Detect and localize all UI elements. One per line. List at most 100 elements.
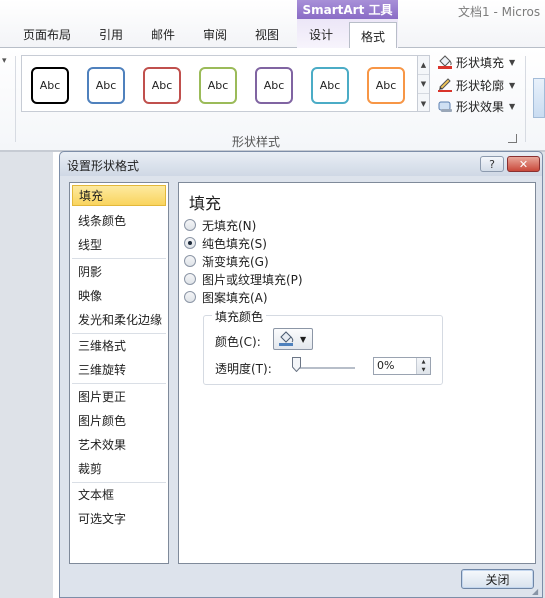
nav-item-3d-format[interactable]: 三维格式 xyxy=(72,335,166,356)
nav-divider xyxy=(72,482,166,483)
tab-format[interactable]: 格式 xyxy=(349,22,397,49)
shape-style-label: Abc xyxy=(375,79,397,92)
shape-style-label: Abc xyxy=(207,79,229,92)
help-icon: ? xyxy=(489,157,495,171)
dialog-title: 设置形状格式 xyxy=(67,159,140,173)
smartart-tools-label: SmartArt 工具 xyxy=(297,0,398,19)
radio-no-fill[interactable]: 无填充(N) xyxy=(184,217,256,233)
color-picker-button[interactable]: ▼ xyxy=(273,328,313,350)
chevron-down-icon: ▼ xyxy=(509,80,516,90)
radio-label: 图片或纹理填充(P) xyxy=(202,272,303,287)
transparency-slider-thumb[interactable] xyxy=(292,357,301,373)
shape-style-label: Abc xyxy=(319,79,341,92)
shape-style-label: Abc xyxy=(263,79,285,92)
shape-style-label: Abc xyxy=(39,79,61,92)
ribbon: SmartArt 工具 文档1 - Micros 页面布局 引用 邮件 审阅 视… xyxy=(0,0,545,152)
chevron-down-icon: ▼ xyxy=(300,334,307,344)
close-icon: ✕ xyxy=(518,157,529,171)
radio-gradient-fill[interactable]: 渐变填充(G) xyxy=(184,253,269,269)
shape-style-gallery: Abc Abc Abc Abc Abc Abc Abc xyxy=(21,55,418,112)
pencil-icon xyxy=(437,78,453,92)
shape-fill-label: 形状填充 xyxy=(456,55,505,70)
gallery-down-icon[interactable]: ▼ xyxy=(418,75,429,94)
panel-title: 填充 xyxy=(189,194,222,213)
paint-bucket-icon xyxy=(437,55,453,69)
tab-review[interactable]: 审阅 xyxy=(203,26,227,43)
category-list: 填充 线条颜色 线型 阴影 映像 发光和柔化边缘 三维格式 三维旋转 图片更正 … xyxy=(69,182,169,564)
shape-styles-group-label: 形状样式 xyxy=(232,135,281,149)
tab-view[interactable]: 视图 xyxy=(255,26,279,43)
nav-item-reflection[interactable]: 映像 xyxy=(72,285,166,306)
shape-effects-label: 形状效果 xyxy=(456,99,505,114)
ribbon-divider xyxy=(525,56,526,142)
help-button[interactable]: ? xyxy=(480,156,504,172)
spin-down-icon[interactable]: ▼ xyxy=(417,366,430,374)
nav-item-line-style[interactable]: 线型 xyxy=(72,234,166,255)
radio-label: 图案填充(A) xyxy=(202,290,268,305)
fill-color-group-label: 填充颜色 xyxy=(212,308,267,325)
shape-effects-icon xyxy=(437,99,453,113)
nav-item-picture-color[interactable]: 图片颜色 xyxy=(72,410,166,431)
nav-divider xyxy=(72,258,166,259)
tab-references[interactable]: 引用 xyxy=(99,26,123,43)
gallery-up-icon[interactable]: ▲ xyxy=(418,56,429,75)
shape-outline-label: 形状轮廓 xyxy=(456,78,505,93)
transparency-spinner[interactable]: 0% ▲ ▼ xyxy=(373,357,431,375)
shape-fill-button[interactable]: 形状填充 ▼ xyxy=(437,53,515,71)
shape-style-item[interactable]: Abc xyxy=(87,67,125,104)
shape-style-item[interactable]: Abc xyxy=(143,67,181,104)
radio-label: 纯色填充(S) xyxy=(202,236,267,251)
shape-style-item[interactable]: Abc xyxy=(311,67,349,104)
radio-picture-texture-fill[interactable]: 图片或纹理填充(P) xyxy=(184,271,303,287)
transparency-label: 透明度(T): xyxy=(215,362,272,376)
tab-page-layout[interactable]: 页面布局 xyxy=(23,26,71,43)
resize-grip-icon[interactable]: ◢ xyxy=(532,587,541,596)
nav-item-text-box[interactable]: 文本框 xyxy=(72,484,166,505)
nav-item-3d-rotation[interactable]: 三维旋转 xyxy=(72,359,166,380)
close-button[interactable]: ✕ xyxy=(507,156,540,172)
radio-button-checked[interactable] xyxy=(184,237,196,249)
shape-style-label: Abc xyxy=(95,79,117,92)
shape-style-label: Abc xyxy=(151,79,173,92)
shape-style-item[interactable]: Abc xyxy=(255,67,293,104)
gallery-more-icon[interactable]: ▼ xyxy=(418,94,429,113)
transparency-value[interactable]: 0% xyxy=(377,359,394,372)
radio-label: 渐变填充(G) xyxy=(202,254,269,269)
color-label: 颜色(C): xyxy=(215,335,261,349)
nav-item-line-color[interactable]: 线条颜色 xyxy=(72,210,166,231)
nav-item-glow-soft-edges[interactable]: 发光和柔化边缘 xyxy=(72,309,166,330)
nav-item-fill[interactable]: 填充 xyxy=(72,185,166,206)
shape-effects-button[interactable]: 形状效果 ▼ xyxy=(437,97,515,115)
ribbon-left-arrow-icon[interactable]: ▾ xyxy=(2,56,7,66)
radio-pattern-fill[interactable]: 图案填充(A) xyxy=(184,289,268,305)
shape-style-item[interactable]: Abc xyxy=(199,67,237,104)
radio-button[interactable] xyxy=(184,273,196,285)
ribbon-divider xyxy=(15,56,16,142)
dialog-launcher-icon[interactable] xyxy=(508,134,517,143)
paint-bucket-icon xyxy=(278,330,296,349)
close-dialog-button[interactable]: 关闭 xyxy=(461,569,534,589)
nav-item-shadow[interactable]: 阴影 xyxy=(72,261,166,282)
spin-buttons: ▲ ▼ xyxy=(416,358,430,374)
radio-button[interactable] xyxy=(184,255,196,267)
chevron-down-icon: ▼ xyxy=(509,101,516,111)
spin-up-icon[interactable]: ▲ xyxy=(417,358,430,366)
format-shape-dialog: 设置形状格式 ? ✕ 填充 线条颜色 线型 阴影 映像 发光和柔化边缘 三维格式… xyxy=(59,151,543,598)
gallery-scroll: ▲ ▼ ▼ xyxy=(417,55,430,112)
shape-outline-button[interactable]: 形状轮廓 ▼ xyxy=(437,76,515,94)
ribbon-overflow-button[interactable] xyxy=(533,78,545,118)
transparency-slider-track[interactable] xyxy=(293,367,355,369)
tab-design[interactable]: 设计 xyxy=(309,26,333,43)
shape-style-item[interactable]: Abc xyxy=(367,67,405,104)
radio-label: 无填充(N) xyxy=(202,218,257,233)
radio-solid-fill[interactable]: 纯色填充(S) xyxy=(184,235,267,251)
radio-button[interactable] xyxy=(184,291,196,303)
tab-mailings[interactable]: 邮件 xyxy=(151,26,175,43)
nav-item-alt-text[interactable]: 可选文字 xyxy=(72,508,166,529)
nav-item-picture-corrections[interactable]: 图片更正 xyxy=(72,386,166,407)
nav-item-crop[interactable]: 裁剪 xyxy=(72,458,166,479)
radio-button[interactable] xyxy=(184,219,196,231)
dialog-titlebar[interactable]: 设置形状格式 xyxy=(60,152,542,176)
shape-style-item[interactable]: Abc xyxy=(31,67,69,104)
nav-item-artistic-effects[interactable]: 艺术效果 xyxy=(72,434,166,455)
